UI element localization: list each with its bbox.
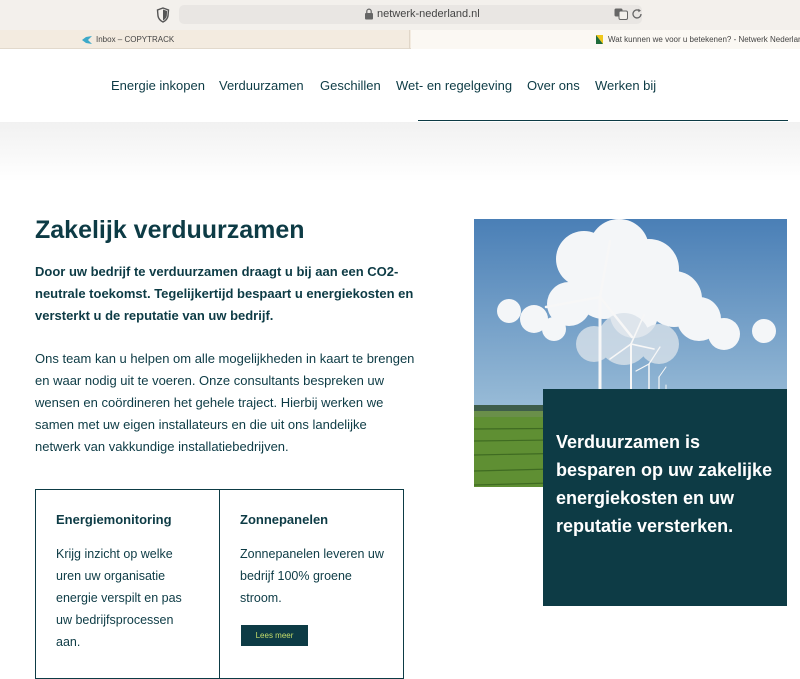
card-text-energiemonitoring: Krijg inzicht op welke uren uw organisat… [56,547,182,649]
browser-toolbar: netwerk-nederland.nl [0,0,800,30]
header-shadow [0,122,800,182]
address-bar[interactable]: netwerk-nederland.nl [179,5,642,24]
tab-label: Inbox – COPYTRACK [96,35,175,44]
copytrack-favicon-icon [82,35,92,44]
tab-inbox[interactable]: Inbox – COPYTRACK [0,30,410,49]
nav-item-over-ons[interactable]: Over ons [527,78,580,93]
main-navigation: Energie inkopen Verduurzamen Geschillen … [0,50,800,122]
reload-icon[interactable] [631,8,643,20]
nav-item-wet-en-regelgeving[interactable]: Wet- en regelgeving [396,78,512,93]
card-title-zonnepanelen: Zonnepanelen [240,512,329,527]
tab-label: Wat kunnen we voor u betekenen? - Netwer… [608,35,800,44]
url-text: netwerk-nederland.nl [377,8,480,20]
nav-item-verduurzamen[interactable]: Verduurzamen [219,78,304,93]
quote-text: Verduurzamen is besparen op uw zakelijke… [556,432,773,536]
netwerk-favicon-icon [596,35,603,45]
card-text-zonnepanelen: Zonnepanelen leveren uw bedrijf 100% gro… [240,547,384,605]
page-title: Zakelijk verduurzamen [35,216,305,244]
nav-item-geschillen[interactable]: Geschillen [320,78,381,93]
lock-icon [365,8,373,20]
card-title-energiemonitoring: Energiemonitoring [56,512,172,527]
nav-underline [418,120,788,121]
nav-item-energie-inkopen[interactable]: Energie inkopen [111,78,205,93]
lead-paragraph: Door uw bedrijf te verduurzamen draagt u… [35,264,414,323]
body-paragraph: Ons team kan u helpen om alle mogelijkhe… [35,351,415,454]
nav-item-werken-bij[interactable]: Werken bij [595,78,656,93]
tab-netwerk-nederland[interactable]: Wat kunnen we voor u betekenen? - Netwer… [411,30,800,49]
card-divider [219,489,220,679]
lees-meer-button[interactable]: Lees meer [241,625,308,646]
shield-icon[interactable] [156,7,170,23]
tab-strip: Inbox – COPYTRACK Wat kunnen we voor u b… [0,30,800,49]
translate-icon[interactable] [614,8,628,20]
